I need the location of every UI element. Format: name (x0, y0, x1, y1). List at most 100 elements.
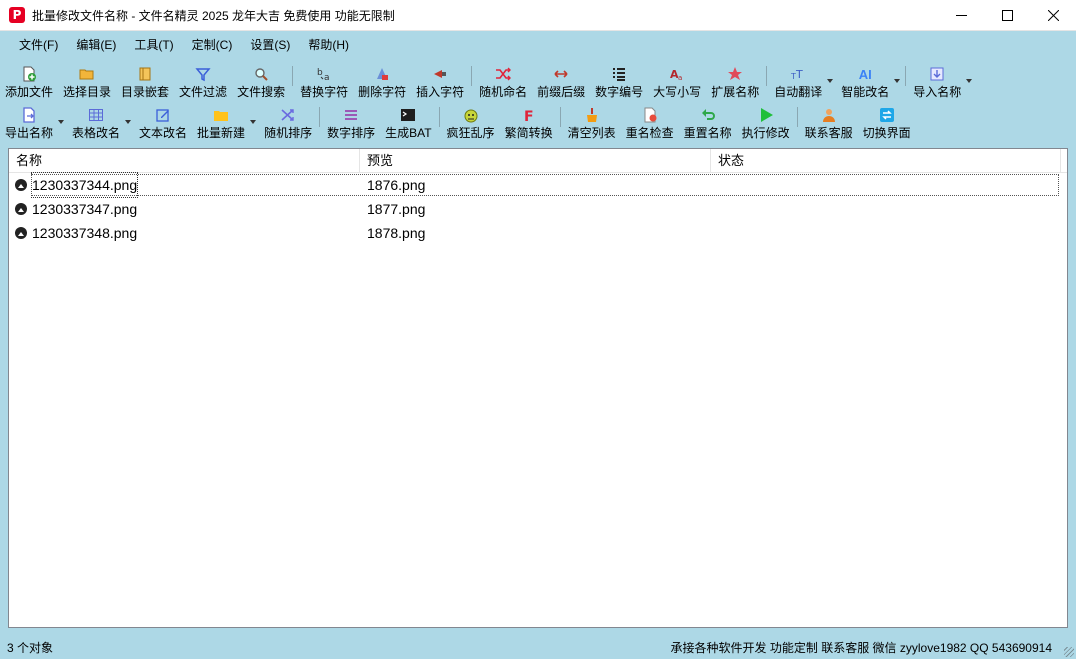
number-button[interactable]: 数字编号 (590, 62, 648, 102)
replace-text-button[interactable]: ba 替换字符 (295, 62, 353, 102)
insert-text-icon (431, 65, 449, 83)
random-sort-button[interactable]: 随机排序 (259, 103, 317, 143)
status-bar: 3 个对象 承接各种软件开发 功能定制 联系客服 微信 zyylove1982 … (0, 636, 1076, 659)
extension-button[interactable]: 扩展名称 (706, 62, 764, 102)
contact-support-label: 联系客服 (804, 126, 853, 140)
batch-create-label: 批量新建 (197, 126, 246, 140)
nested-folder-icon (136, 65, 154, 83)
image-file-icon (15, 179, 27, 191)
title-bar: P 批量修改文件名称 - 文件名精灵 2025 龙年大吉 免费使用 功能无限制 (0, 0, 1076, 31)
select-directory-button[interactable]: 选择目录 (58, 62, 116, 102)
file-name: 1230337347.png (32, 201, 138, 217)
maximize-button[interactable] (984, 0, 1030, 31)
switch-interface-button[interactable]: 切换界面 (858, 103, 916, 143)
file-list-view[interactable]: 名称 预览 状态 1230337344.png 1876.png 1230337… (8, 148, 1068, 628)
table-row[interactable]: 1230337344.png 1876.png (9, 172, 1067, 198)
new-folder-icon (212, 106, 230, 124)
preview-cell: 1878.png (367, 225, 426, 241)
generate-bat-label: 生成BAT (385, 126, 432, 140)
duplicate-check-button[interactable]: 重名检查 (621, 103, 679, 143)
prefix-suffix-icon (552, 65, 570, 83)
delete-text-button[interactable]: 删除字符 (353, 62, 411, 102)
number-sort-button[interactable]: 数字排序 (322, 103, 380, 143)
crazy-shuffle-button[interactable]: 疯狂乱序 (442, 103, 500, 143)
menu-settings[interactable]: 设置(S) (241, 31, 299, 59)
menu-edit[interactable]: 编辑(E) (67, 31, 125, 59)
terminal-icon (399, 106, 417, 124)
reset-names-label: 重置名称 (683, 126, 732, 140)
table-row[interactable]: 1230337348.png 1878.png (9, 221, 1067, 245)
table-row[interactable]: 1230337347.png 1877.png (9, 197, 1067, 221)
object-count: 3 个对象 (7, 641, 54, 655)
file-name: 1230337344.png (30, 172, 139, 198)
crazy-icon (462, 106, 480, 124)
menu-custom[interactable]: 定制(C) (183, 31, 242, 59)
menu-file[interactable]: 文件(F) (10, 31, 67, 59)
export-names-button[interactable]: 导出名称 (0, 103, 67, 143)
edit-icon (154, 106, 172, 124)
toolbar-separator (438, 107, 440, 127)
random-name-button[interactable]: 随机命名 (474, 62, 532, 102)
nested-directory-button[interactable]: 目录嵌套 (116, 62, 174, 102)
case-button[interactable]: Aa 大写小写 (648, 62, 706, 102)
menu-tools[interactable]: 工具(T) (125, 31, 182, 59)
star-icon (726, 65, 744, 83)
file-search-button[interactable]: 文件搜索 (232, 62, 290, 102)
status-cell (711, 221, 1061, 245)
toolbar-separator (471, 66, 473, 86)
insert-text-button[interactable]: 插入字符 (411, 62, 469, 102)
translate-icon: TT (789, 65, 807, 83)
case-icon: Aa (668, 65, 686, 83)
table-rename-button[interactable]: 表格改名 (67, 103, 134, 143)
nested-directory-label: 目录嵌套 (121, 85, 170, 99)
column-header-status[interactable]: 状态 (711, 149, 1061, 173)
add-file-button[interactable]: 添加文件 (0, 62, 58, 102)
table-rename-label: 表格改名 (72, 126, 121, 140)
column-header-preview[interactable]: 预览 (360, 149, 711, 173)
image-file-icon (15, 203, 27, 215)
file-filter-label: 文件过滤 (179, 85, 228, 99)
toolbar-separator (905, 66, 907, 86)
shuffle-icon (494, 65, 512, 83)
minimize-icon (955, 15, 967, 16)
text-rename-button[interactable]: 文本改名 (134, 103, 192, 143)
case-label: 大写小写 (653, 85, 702, 99)
import-names-button[interactable]: 导入名称 (908, 62, 975, 102)
duplicate-check-label: 重名检查 (625, 126, 674, 140)
reset-names-button[interactable]: 重置名称 (679, 103, 737, 143)
table-icon (87, 106, 105, 124)
delete-text-icon (373, 65, 391, 83)
batch-create-button[interactable]: 批量新建 (192, 103, 259, 143)
convert-chinese-button[interactable]: F 繁简转换 (500, 103, 558, 143)
name-cell: 1230337344.png (9, 172, 360, 198)
smart-rename-button[interactable]: AI 智能改名 (836, 62, 903, 102)
app-logo-icon: P (9, 7, 25, 23)
import-icon (928, 65, 946, 83)
close-button[interactable] (1030, 0, 1076, 31)
extension-label: 扩展名称 (711, 85, 760, 99)
file-filter-button[interactable]: 文件过滤 (174, 62, 232, 102)
svg-text:a: a (324, 73, 330, 82)
delete-text-label: 删除字符 (358, 85, 407, 99)
text-rename-label: 文本改名 (139, 126, 188, 140)
prefix-suffix-button[interactable]: 前缀后缀 (532, 62, 590, 102)
contact-support-button[interactable]: 联系客服 (800, 103, 858, 143)
execute-button[interactable]: 执行修改 (737, 103, 795, 143)
resize-grip-icon[interactable] (1064, 647, 1074, 657)
window-controls (938, 0, 1076, 31)
minimize-button[interactable] (938, 0, 984, 31)
generate-bat-button[interactable]: 生成BAT (380, 103, 436, 143)
random-sort-label: 随机排序 (264, 126, 313, 140)
clear-list-button[interactable]: 清空列表 (563, 103, 621, 143)
column-header-name[interactable]: 名称 (9, 149, 360, 173)
file-search-label: 文件搜索 (237, 85, 286, 99)
play-icon (757, 106, 775, 124)
preview-cell: 1877.png (367, 201, 426, 217)
auto-translate-button[interactable]: TT 自动翻译 (769, 62, 836, 102)
preview-cell: 1876.png (367, 177, 426, 193)
numbered-list-icon (610, 65, 628, 83)
menu-help[interactable]: 帮助(H) (299, 31, 358, 59)
replace-text-icon: ba (315, 65, 333, 83)
number-sort-icon (342, 106, 360, 124)
search-icon (252, 65, 270, 83)
